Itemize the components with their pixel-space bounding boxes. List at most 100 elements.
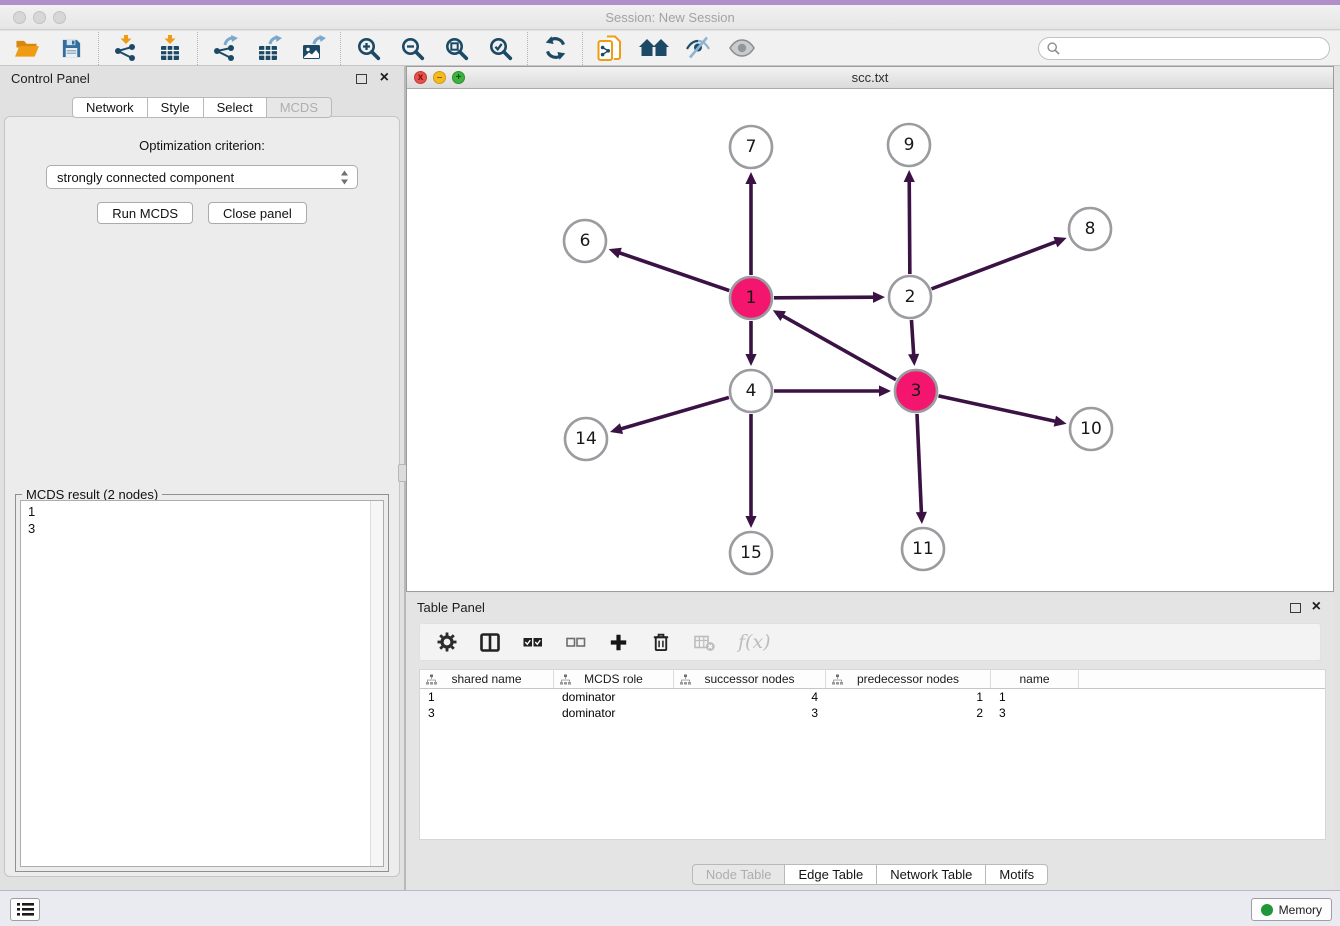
window-close-inactive-icon[interactable] [13, 11, 26, 24]
window-minimize-inactive-icon[interactable] [33, 11, 46, 24]
select-all-columns-button[interactable] [523, 627, 543, 657]
table-cell[interactable]: 2 [826, 706, 991, 720]
hide-graphics-details-button[interactable] [682, 32, 714, 64]
mcds-result-scrollbar[interactable] [370, 501, 383, 866]
create-new-column-button[interactable] [609, 627, 628, 657]
graph-edge-3-1[interactable] [773, 310, 896, 379]
graph-edge-4-14[interactable] [610, 397, 729, 434]
run-mcds-button[interactable]: Run MCDS [97, 202, 193, 224]
graph-edge-2-9[interactable] [904, 170, 915, 274]
table-panel-tabs: Node Table Edge Table Network Table Moti… [406, 864, 1334, 885]
graph-node-7[interactable]: 7 [730, 126, 772, 168]
column-header-shared-name[interactable]: shared name [420, 670, 554, 688]
mcds-result-textarea[interactable]: 1 3 [20, 500, 384, 867]
column-header-predecessor-nodes[interactable]: predecessor nodes [826, 670, 991, 688]
graph-node-15[interactable]: 15 [730, 532, 772, 574]
unselect-all-columns-button[interactable] [566, 627, 586, 657]
close-table-panel-icon[interactable]: × [1312, 599, 1321, 615]
network-minimize-icon[interactable]: – [433, 71, 446, 84]
float-table-panel-icon[interactable] [1290, 603, 1301, 613]
show-graphics-details-button[interactable] [726, 32, 758, 64]
search-input[interactable] [1065, 41, 1321, 56]
graph-node-14[interactable]: 14 [565, 418, 607, 460]
window-zoom-inactive-icon[interactable] [53, 11, 66, 24]
graph-node-10[interactable]: 10 [1070, 408, 1112, 450]
tab-node-table[interactable]: Node Table [692, 864, 786, 885]
graph-edge-1-2[interactable] [774, 292, 885, 303]
graph-node-8[interactable]: 8 [1069, 208, 1111, 250]
table-cell[interactable]: dominator [554, 706, 674, 720]
table-cell[interactable]: 3 [674, 706, 826, 720]
graph-node-11[interactable]: 11 [902, 528, 944, 570]
import-network-button[interactable] [110, 32, 142, 64]
delete-columns-button[interactable] [651, 627, 671, 657]
table-cell[interactable]: dominator [554, 690, 674, 704]
table-cell[interactable]: 1 [991, 690, 1079, 704]
graph-node-3[interactable]: 3 [895, 370, 937, 412]
zoom-out-button[interactable] [396, 32, 428, 64]
graph-edge-4-3[interactable] [774, 385, 891, 396]
graph-edge-1-7[interactable] [745, 172, 756, 275]
import-network-icon [113, 35, 139, 61]
graph-node-1[interactable]: 1 [730, 277, 772, 319]
graph-edge-4-15[interactable] [745, 414, 756, 528]
task-history-button[interactable] [10, 898, 40, 921]
table-options-gear-button[interactable] [437, 627, 457, 657]
column-header-successor-nodes[interactable]: successor nodes [674, 670, 826, 688]
function-builder-button[interactable]: f(x) [738, 627, 771, 657]
tab-mcds[interactable]: MCDS [267, 97, 332, 118]
import-table-button[interactable] [154, 32, 186, 64]
duplicate-network-button[interactable] [594, 32, 626, 64]
graph-edge-1-4[interactable] [745, 321, 756, 366]
refresh-view-button[interactable] [539, 32, 571, 64]
graph-node-6[interactable]: 6 [564, 220, 606, 262]
delete-table-button[interactable] [694, 627, 715, 657]
zoom-selected-button[interactable] [484, 32, 516, 64]
table-row[interactable]: 1dominator411 [420, 689, 1325, 705]
open-session-button[interactable] [11, 32, 43, 64]
network-close-icon[interactable]: x [414, 71, 427, 84]
graph-edge-3-10[interactable] [938, 396, 1066, 427]
float-panel-icon[interactable] [356, 74, 367, 84]
save-session-button[interactable] [55, 32, 87, 64]
export-table-button[interactable] [253, 32, 285, 64]
table-cell[interactable]: 3 [991, 706, 1079, 720]
tab-select[interactable]: Select [204, 97, 267, 118]
show-all-networks-button[interactable] [638, 32, 670, 64]
export-network-button[interactable] [209, 32, 241, 64]
memory-button[interactable]: Memory [1251, 898, 1332, 921]
zoom-fit-button[interactable] [440, 32, 472, 64]
graph-edge-1-6[interactable] [609, 248, 730, 291]
export-image-button[interactable] [297, 32, 329, 64]
close-panel-button[interactable]: Close panel [208, 202, 307, 224]
graph-edge-2-8[interactable] [932, 237, 1067, 289]
graph-node-2[interactable]: 2 [889, 276, 931, 318]
table-cell[interactable]: 3 [420, 706, 554, 720]
criterion-dropdown[interactable]: strongly connected component [46, 165, 358, 189]
zoom-in-button[interactable] [352, 32, 384, 64]
tree-icon [560, 674, 571, 685]
graph-node-9[interactable]: 9 [888, 124, 930, 166]
close-panel-icon[interactable]: × [380, 70, 389, 86]
status-bar: Memory [0, 890, 1340, 926]
graph-node-4[interactable]: 4 [730, 370, 772, 412]
show-columns-button[interactable] [480, 627, 500, 657]
graph-edge-2-3[interactable] [908, 320, 919, 366]
table-cell[interactable]: 1 [826, 690, 991, 704]
tab-style[interactable]: Style [148, 97, 204, 118]
tab-motifs[interactable]: Motifs [986, 864, 1048, 885]
search-box[interactable] [1038, 37, 1330, 60]
table-cell[interactable]: 1 [420, 690, 554, 704]
svg-text:6: 6 [580, 231, 591, 251]
tab-edge-table[interactable]: Edge Table [785, 864, 877, 885]
network-window-titlebar[interactable]: x – + scc.txt [407, 67, 1333, 89]
table-row[interactable]: 3dominator323 [420, 705, 1325, 721]
tab-network-table[interactable]: Network Table [877, 864, 986, 885]
graph-edge-3-11[interactable] [916, 414, 927, 524]
column-header-mcds-role[interactable]: MCDS role [554, 670, 674, 688]
table-cell[interactable]: 4 [674, 690, 826, 704]
column-header-name[interactable]: name [991, 670, 1079, 688]
network-zoom-icon[interactable]: + [452, 71, 465, 84]
network-canvas[interactable]: 7 9 6 8 1 2 4 3 14 10 15 11 [407, 90, 1333, 591]
tab-network[interactable]: Network [72, 97, 148, 118]
